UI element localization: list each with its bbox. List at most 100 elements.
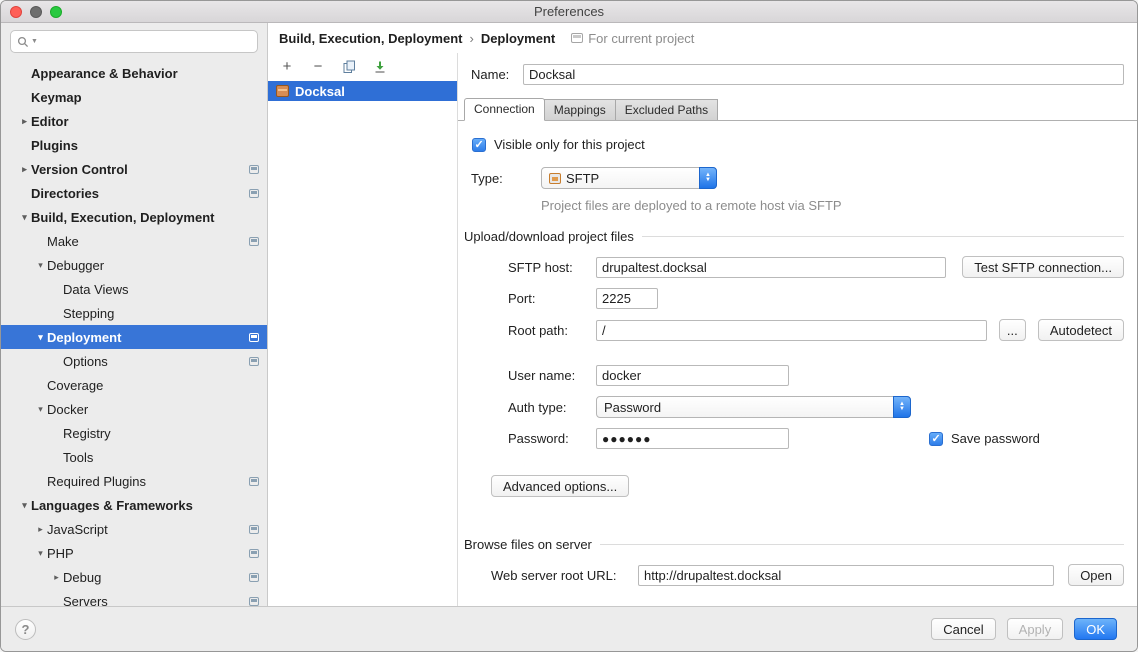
sidebar-item-appearance-behavior[interactable]: Appearance & Behavior bbox=[1, 61, 267, 85]
sidebar-item-plugins[interactable]: Plugins bbox=[1, 133, 267, 157]
sidebar-item-label: PHP bbox=[47, 546, 74, 561]
sidebar-item-version-control[interactable]: ▸Version Control bbox=[1, 157, 267, 181]
sftp-host-input[interactable] bbox=[596, 257, 946, 278]
deployment-settings-panel: Name: ConnectionMappingsExcluded Paths V… bbox=[458, 53, 1137, 606]
close-window-button[interactable] bbox=[10, 6, 22, 18]
copy-icon bbox=[343, 60, 356, 74]
port-input[interactable] bbox=[596, 288, 658, 309]
remove-server-button[interactable]: − bbox=[310, 59, 326, 75]
save-password-checkbox[interactable] bbox=[929, 432, 943, 446]
root-path-input[interactable] bbox=[596, 320, 987, 341]
chevron-down-icon[interactable]: ▾ bbox=[18, 212, 31, 223]
visible-only-checkbox[interactable] bbox=[472, 138, 486, 152]
server-label: Docksal bbox=[295, 84, 345, 99]
apply-button[interactable]: Apply bbox=[1007, 618, 1064, 640]
sidebar-item-label: Appearance & Behavior bbox=[31, 66, 178, 81]
sidebar-item-deployment[interactable]: ▾Deployment bbox=[1, 325, 267, 349]
chevron-right-icon[interactable]: ▸ bbox=[50, 572, 63, 583]
chevron-down-icon[interactable]: ▾ bbox=[34, 548, 47, 559]
user-name-input[interactable] bbox=[596, 365, 789, 386]
ok-button[interactable]: OK bbox=[1074, 618, 1117, 640]
sidebar-item-data-views[interactable]: Data Views bbox=[1, 277, 267, 301]
test-sftp-connection-button[interactable]: Test SFTP connection... bbox=[962, 256, 1124, 278]
sidebar-item-keymap[interactable]: Keymap bbox=[1, 85, 267, 109]
server-list-toolbar: + − bbox=[268, 53, 457, 81]
sidebar-item-label: Languages & Frameworks bbox=[31, 498, 193, 513]
sidebar-item-editor[interactable]: ▸Editor bbox=[1, 109, 267, 133]
cancel-button[interactable]: Cancel bbox=[931, 618, 995, 640]
project-scope-icon bbox=[249, 525, 259, 534]
sidebar-item-label: Docker bbox=[47, 402, 88, 417]
chevron-down-icon[interactable]: ▾ bbox=[34, 260, 47, 271]
help-button[interactable]: ? bbox=[15, 619, 36, 640]
browse-root-path-button[interactable]: ... bbox=[999, 319, 1026, 341]
project-scope-icon bbox=[249, 597, 259, 606]
sidebar-item-tools[interactable]: Tools bbox=[1, 445, 267, 469]
add-server-button[interactable]: + bbox=[279, 59, 295, 75]
project-scope-icon bbox=[249, 549, 259, 558]
tab-connection[interactable]: Connection bbox=[464, 98, 545, 121]
sidebar-item-options[interactable]: Options bbox=[1, 349, 267, 373]
web-root-label: Web server root URL: bbox=[491, 568, 638, 583]
sidebar-item-label: Plugins bbox=[31, 138, 78, 153]
window-title: Preferences bbox=[1, 1, 1137, 22]
sftp-host-label: SFTP host: bbox=[508, 260, 596, 275]
chevron-down-icon[interactable]: ▾ bbox=[34, 404, 47, 415]
type-help-text: Project files are deployed to a remote h… bbox=[541, 198, 1137, 213]
breadcrumb-item-deployment[interactable]: Deployment bbox=[481, 31, 555, 46]
sidebar-item-directories[interactable]: Directories bbox=[1, 181, 267, 205]
sidebar-item-stepping[interactable]: Stepping bbox=[1, 301, 267, 325]
autodetect-button[interactable]: Autodetect bbox=[1038, 319, 1124, 341]
server-item-docksal[interactable]: Docksal bbox=[268, 81, 457, 101]
project-scope-icon bbox=[249, 189, 259, 198]
sidebar-item-build-execution-deployment[interactable]: ▾Build, Execution, Deployment bbox=[1, 205, 267, 229]
password-input[interactable] bbox=[596, 428, 789, 449]
zoom-window-button[interactable] bbox=[50, 6, 62, 18]
sidebar-item-docker[interactable]: ▾Docker bbox=[1, 397, 267, 421]
copy-server-button[interactable] bbox=[341, 59, 357, 75]
sidebar-item-label: Tools bbox=[63, 450, 93, 465]
breadcrumb-item-build-execution-deployment[interactable]: Build, Execution, Deployment bbox=[279, 31, 462, 46]
type-select[interactable]: SFTP ▲▼ bbox=[541, 167, 717, 189]
visible-only-label: Visible only for this project bbox=[494, 137, 645, 152]
settings-search-input[interactable]: ▼ bbox=[10, 30, 258, 53]
advanced-options-button[interactable]: Advanced options... bbox=[491, 475, 629, 497]
password-label: Password: bbox=[508, 431, 596, 446]
sidebar-item-javascript[interactable]: ▸JavaScript bbox=[1, 517, 267, 541]
scope-indicator: For current project bbox=[571, 31, 694, 46]
sidebar-item-registry[interactable]: Registry bbox=[1, 421, 267, 445]
sidebar-item-servers[interactable]: Servers bbox=[1, 589, 267, 606]
sidebar-item-required-plugins[interactable]: Required Plugins bbox=[1, 469, 267, 493]
tab-excluded-paths[interactable]: Excluded Paths bbox=[615, 99, 718, 120]
sidebar-item-label: Build, Execution, Deployment bbox=[31, 210, 214, 225]
sidebar-item-label: Directories bbox=[31, 186, 99, 201]
sidebar-item-make[interactable]: Make bbox=[1, 229, 267, 253]
minimize-window-button[interactable] bbox=[30, 6, 42, 18]
auth-type-label: Auth type: bbox=[508, 400, 596, 415]
name-input[interactable] bbox=[523, 64, 1124, 85]
sidebar-item-label: Stepping bbox=[63, 306, 114, 321]
settings-sidebar: ▼ Appearance & Behavior Keymap▸Editor Plug… bbox=[1, 23, 268, 606]
breadcrumb: Build, Execution, Deployment›Deployment bbox=[279, 31, 555, 46]
sidebar-item-php[interactable]: ▾PHP bbox=[1, 541, 267, 565]
sidebar-item-coverage[interactable]: Coverage bbox=[1, 373, 267, 397]
chevron-down-icon[interactable]: ▾ bbox=[18, 500, 31, 511]
import-server-button[interactable] bbox=[372, 59, 388, 75]
browse-section-title: Browse files on server bbox=[464, 537, 592, 552]
server-list: Docksal bbox=[268, 81, 457, 606]
traffic-lights bbox=[10, 6, 62, 18]
sidebar-item-languages-frameworks[interactable]: ▾Languages & Frameworks bbox=[1, 493, 267, 517]
sidebar-item-label: Version Control bbox=[31, 162, 128, 177]
chevron-right-icon[interactable]: ▸ bbox=[18, 164, 31, 175]
web-root-input[interactable] bbox=[638, 565, 1054, 586]
open-url-button[interactable]: Open bbox=[1068, 564, 1124, 586]
chevron-right-icon[interactable]: ▸ bbox=[18, 116, 31, 127]
chevron-down-icon[interactable]: ▾ bbox=[34, 332, 47, 343]
sidebar-item-label: Deployment bbox=[47, 330, 121, 345]
auth-type-select[interactable]: Password ▲▼ bbox=[596, 396, 911, 418]
chevron-right-icon[interactable]: ▸ bbox=[34, 524, 47, 535]
tab-mappings[interactable]: Mappings bbox=[544, 99, 616, 120]
sidebar-item-debugger[interactable]: ▾Debugger bbox=[1, 253, 267, 277]
port-label: Port: bbox=[508, 291, 596, 306]
sidebar-item-debug[interactable]: ▸Debug bbox=[1, 565, 267, 589]
